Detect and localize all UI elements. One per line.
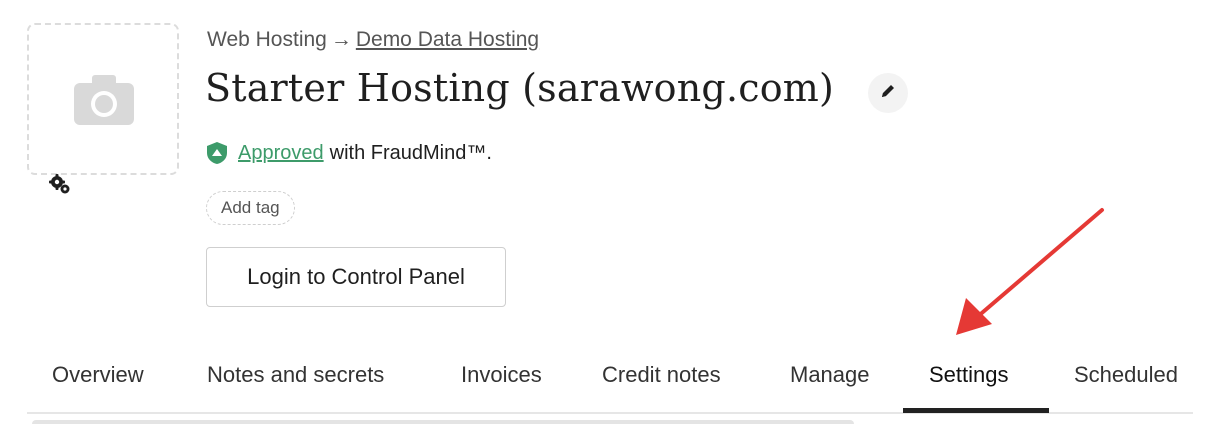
tab-settings[interactable]: Settings — [929, 350, 1009, 412]
tab-bar: Overview Notes and secrets Invoices Cred… — [27, 350, 1193, 414]
tab-overview[interactable]: Overview — [52, 350, 144, 412]
page-title: Starter Hosting (sarawong.com) — [205, 66, 835, 110]
active-tab-indicator — [903, 408, 1049, 413]
breadcrumb-parent: Web Hosting — [207, 28, 327, 51]
fraud-approved-link[interactable]: Approved — [238, 142, 324, 165]
tab-manage[interactable]: Manage — [790, 350, 870, 412]
breadcrumb-current-link[interactable]: Demo Data Hosting — [356, 28, 539, 51]
gears-icon[interactable] — [47, 171, 73, 197]
camera-icon — [74, 73, 134, 130]
breadcrumb: Web Hosting → Demo Data Hosting — [207, 28, 539, 52]
fraud-status: Approved with FraudMind™. — [206, 141, 492, 165]
breadcrumb-separator: → — [330, 28, 352, 51]
tab-credit-notes[interactable]: Credit notes — [602, 350, 721, 412]
tab-invoices[interactable]: Invoices — [461, 350, 542, 412]
add-tag-button[interactable]: Add tag — [206, 191, 295, 225]
annotation-arrow-icon — [956, 208, 1104, 335]
tab-notes-and-secrets[interactable]: Notes and secrets — [207, 350, 384, 412]
content-panel-edge — [32, 420, 854, 424]
fraud-provider-text: with FraudMind™. — [329, 141, 492, 164]
tab-scheduled[interactable]: Scheduled — [1074, 350, 1178, 412]
shield-icon — [206, 141, 228, 165]
edit-title-button[interactable] — [868, 73, 908, 113]
service-detail-page: Web Hosting → Demo Data Hosting Starter Ho… — [0, 0, 1222, 424]
login-control-panel-button[interactable]: Login to Control Panel — [206, 247, 506, 307]
product-image-upload[interactable] — [27, 23, 179, 194]
pencil-icon — [879, 82, 897, 105]
